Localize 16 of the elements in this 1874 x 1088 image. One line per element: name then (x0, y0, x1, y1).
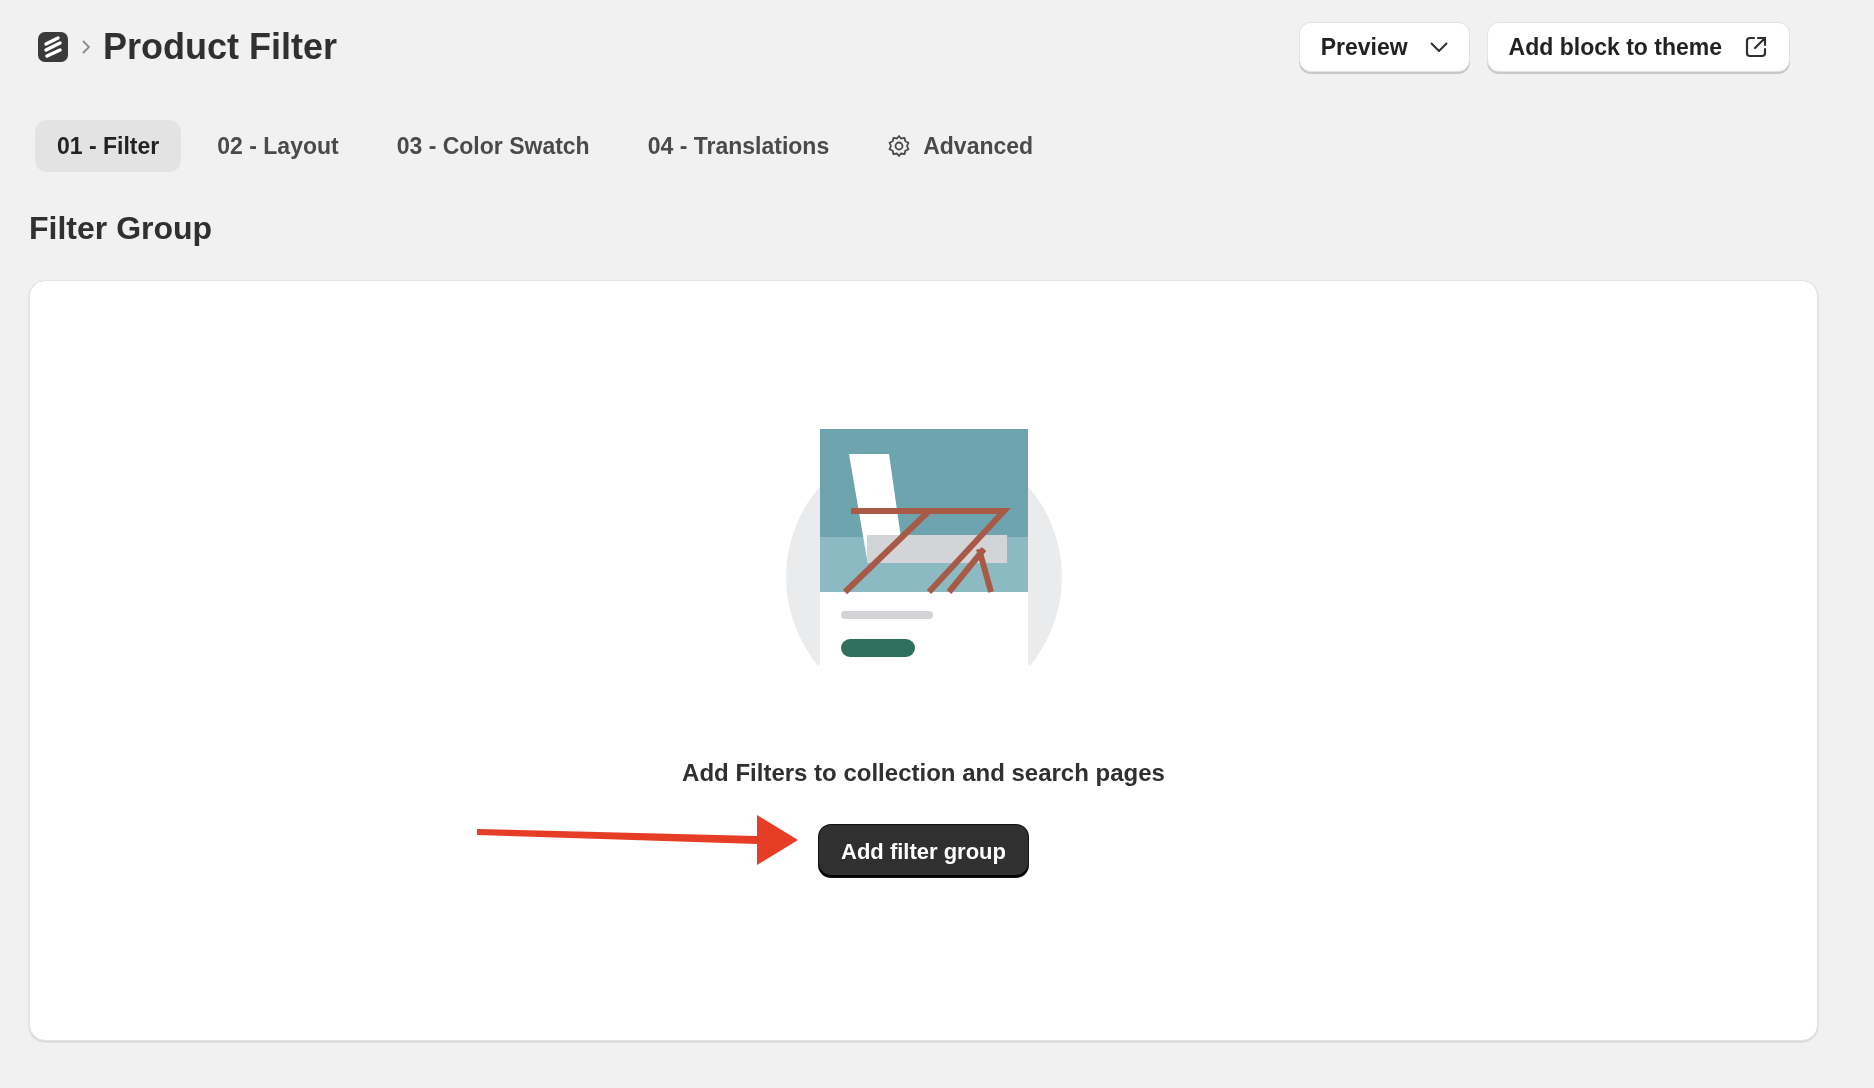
tab[interactable]: 04 - Translations (625, 120, 852, 172)
tab[interactable]: 01 - Filter (35, 120, 182, 172)
settings-icon (887, 134, 912, 158)
section-heading: Filter Group (29, 209, 214, 248)
add-block-button[interactable]: Add block to theme (1486, 22, 1790, 72)
external-link-icon (1744, 35, 1768, 59)
preview-dropdown[interactable]: Preview (1298, 22, 1470, 72)
chevron-down-icon (1429, 42, 1448, 52)
chevron-right-icon (82, 40, 90, 54)
empty-state-message: Add Filters to collection and search pages (682, 758, 1165, 788)
app-logo-icon[interactable] (38, 32, 68, 62)
add-filter-group-button[interactable]: Add filter group (819, 825, 1028, 877)
tab[interactable]: 02 - Layout (195, 120, 361, 172)
tab[interactable]: 03 - Color Swatch (374, 120, 612, 172)
page-title: Product Filter (103, 25, 338, 69)
tab[interactable]: Advanced (865, 120, 1056, 172)
